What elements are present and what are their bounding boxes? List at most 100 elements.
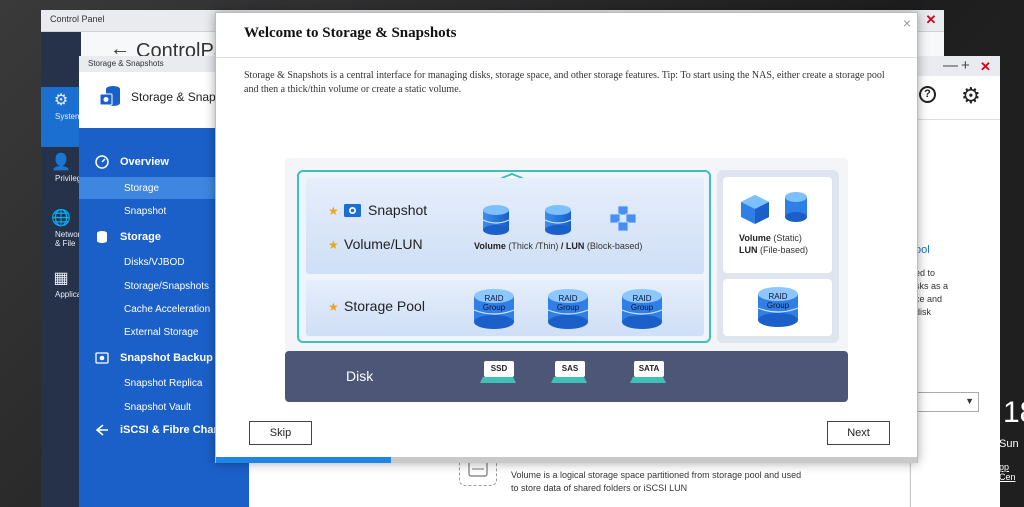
lun-type: (Block-based) bbox=[586, 241, 643, 251]
storage-window-title: Storage & Snapshots bbox=[88, 59, 164, 68]
sidebar-item-label: System bbox=[55, 112, 81, 121]
nav-label: Snapshot Vault bbox=[124, 402, 192, 413]
database-icon bbox=[97, 231, 107, 243]
static-volume-cube-icon bbox=[741, 195, 769, 224]
welcome-dialog: Welcome to Storage & Snapshots × Storage… bbox=[215, 12, 918, 463]
raid-group-text: RAID Group bbox=[546, 294, 590, 312]
control-panel-window-title: Control Panel bbox=[50, 14, 105, 24]
storage-architecture-diagram: ★ Snapshot ★ Volume/LUN Volume (Thick /T… bbox=[285, 158, 848, 402]
volume-word: Volume bbox=[474, 241, 506, 251]
snapshot-protection-box: ★ Snapshot ★ Volume/LUN Volume (Thick /T… bbox=[297, 170, 711, 343]
dropdown-select[interactable]: ▼ bbox=[911, 392, 979, 412]
next-button[interactable]: Next bbox=[827, 421, 890, 445]
clock-widget: 18 bbox=[1003, 396, 1024, 429]
star-icon: ★ bbox=[328, 300, 339, 314]
snapshot-backup-icon bbox=[95, 352, 109, 364]
raid-line: Group bbox=[482, 303, 506, 312]
storage-pool-panel: ★ Storage Pool RAID Group RAID Group RAID G… bbox=[306, 280, 704, 336]
raid-group-text: RAID Group bbox=[756, 292, 800, 310]
disk-sas-icon: SAS bbox=[551, 361, 587, 385]
nav-label: Storage/Snapshots bbox=[124, 281, 210, 292]
background-app-titlebar: — + ✕ bbox=[911, 56, 1001, 76]
skip-button[interactable]: Skip bbox=[249, 421, 312, 445]
raid-group-icon: RAID Group bbox=[756, 286, 800, 330]
disk-layer: Disk SSD SAS SATA bbox=[285, 351, 848, 402]
help-icon[interactable]: ? bbox=[919, 86, 936, 103]
raid-line: RAID bbox=[484, 294, 504, 303]
raid-line: Group bbox=[766, 301, 790, 310]
sidebar-item-system[interactable]: ⚙ System bbox=[41, 90, 81, 121]
sidebar-item-label: Network & File Services bbox=[55, 230, 81, 248]
grid-icon: ▦ bbox=[53, 270, 69, 287]
static-volume-column: Volume (Static) LUN (File-based) RAID Gro… bbox=[717, 170, 839, 343]
disk-ssd-icon: SSD bbox=[480, 361, 516, 385]
raid-line: RAID bbox=[632, 294, 652, 303]
nav-label: External Storage bbox=[124, 327, 199, 338]
volume-cylinder-icon bbox=[482, 205, 510, 235]
description-fragment: ed to bbox=[915, 268, 936, 278]
close-button[interactable]: ✕ bbox=[980, 59, 991, 75]
chevron-down-icon: ▼ bbox=[965, 396, 974, 406]
storage-pool-label: Storage Pool bbox=[344, 298, 425, 314]
raid-group-text: RAID Group bbox=[620, 294, 664, 312]
volume-type-caption: Volume (Thick /Thin) / LUN (Block-based) bbox=[474, 241, 642, 251]
control-panel-sidebar: ⚙ System 👤 Privilege 🌐 Network & File Se… bbox=[41, 32, 81, 507]
volume-lun-label: Volume/LUN bbox=[344, 236, 423, 252]
disk-type-label: SAS bbox=[555, 361, 585, 377]
sidebar-item-label: Applications bbox=[55, 290, 81, 299]
background-app-toolbar: ? ⚙ bbox=[911, 76, 1001, 120]
static-volume-word: Volume bbox=[739, 233, 771, 243]
sidebar-item-network[interactable]: 🌐 Network & File Services bbox=[41, 208, 81, 248]
volume-types: (Thick /Thin) bbox=[508, 241, 559, 251]
raid-group-icon: RAID Group bbox=[472, 288, 516, 332]
disk-label: Disk bbox=[346, 368, 374, 384]
disk-type-label: SATA bbox=[634, 361, 664, 377]
description-fragment: sks as a bbox=[915, 281, 949, 291]
disk-sata-icon: SATA bbox=[630, 361, 666, 385]
description-fragment: ce and bbox=[915, 294, 943, 304]
dashboard-icon bbox=[95, 155, 109, 169]
raid-line: RAID bbox=[768, 292, 788, 301]
static-volume-caption: Volume (Static) bbox=[739, 233, 802, 243]
control-panel-close-button[interactable]: ✕ bbox=[922, 12, 940, 28]
file-lun-word: LUN bbox=[739, 245, 758, 255]
lun-word: / LUN bbox=[560, 241, 585, 251]
desktop-background bbox=[1000, 0, 1024, 507]
tour-progress-fill bbox=[216, 457, 392, 463]
lun-blocks-icon bbox=[609, 205, 637, 232]
nav-label: Snapshot Replica bbox=[124, 378, 203, 389]
nav-label: Overview bbox=[120, 156, 169, 168]
sidebar-item-label: Privilege bbox=[55, 174, 81, 183]
background-app-window: — + ✕ ? ⚙ ool ed to sks as a ce and disk… bbox=[910, 56, 1001, 507]
nav-label: Snapshot Backup bbox=[120, 352, 213, 364]
nav-label: Cache Acceleration bbox=[124, 304, 211, 315]
raid-line: RAID bbox=[558, 294, 578, 303]
raid-line: Group bbox=[556, 303, 580, 312]
app-center-link[interactable]: pp Cen bbox=[999, 462, 1024, 482]
raid-line: Group bbox=[630, 303, 654, 312]
volume-cylinder-icon bbox=[544, 205, 572, 235]
settings-gear-icon[interactable]: ⚙ bbox=[961, 83, 981, 109]
file-lun-caption: LUN (File-based) bbox=[739, 245, 808, 255]
maximize-button[interactable]: + bbox=[961, 57, 970, 74]
minimize-button[interactable]: — bbox=[943, 57, 958, 74]
sidebar-item-applications[interactable]: ▦ Applications bbox=[41, 268, 81, 299]
disk-base bbox=[480, 377, 516, 383]
globe-icon: 🌐 bbox=[51, 210, 71, 227]
snapshot-camera-icon bbox=[344, 204, 361, 217]
dialog-description: Storage & Snapshots is a central interfa… bbox=[244, 70, 885, 95]
sidebar-item-privilege[interactable]: 👤 Privilege bbox=[41, 152, 81, 183]
snapshot-label: Snapshot bbox=[368, 202, 428, 218]
dialog-close-button[interactable]: × bbox=[899, 15, 915, 31]
user-icon: 👤 bbox=[51, 154, 71, 171]
nav-label: Snapshot bbox=[124, 206, 167, 217]
nav-label: Disks/VJBOD bbox=[124, 257, 185, 268]
disk-type-label: SSD bbox=[484, 361, 514, 377]
raid-group-icon: RAID Group bbox=[620, 288, 664, 332]
file-lun-type: (File-based) bbox=[760, 245, 809, 255]
static-volume-panel: Volume (Static) LUN (File-based) bbox=[723, 177, 832, 273]
star-icon: ★ bbox=[328, 204, 339, 218]
file-lun-cylinder-icon bbox=[785, 192, 807, 222]
gear-icon: ⚙ bbox=[53, 92, 69, 109]
volume-info-text: Volume is a logical storage space partit… bbox=[511, 470, 802, 493]
